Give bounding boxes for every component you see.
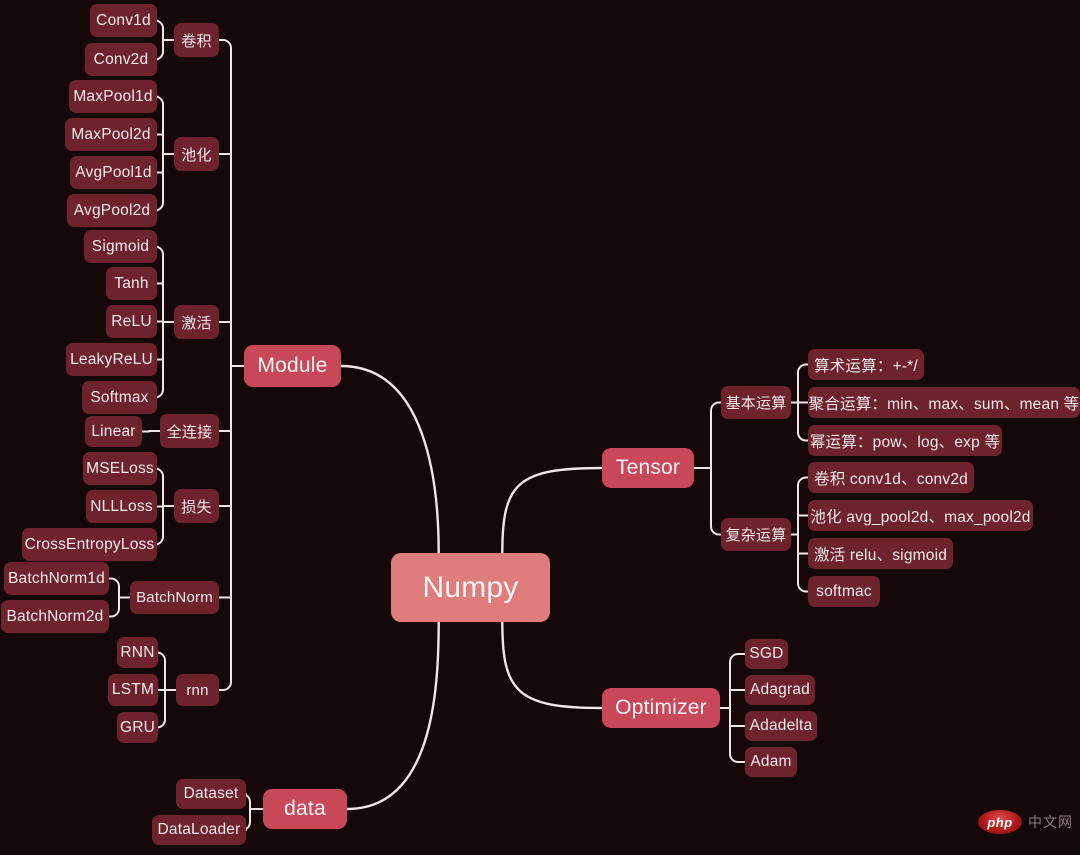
node-optimizer-1[interactable]: Adagrad [745, 675, 815, 705]
leaf-module-6-1[interactable]: LSTM [108, 674, 158, 706]
branch-node-module[interactable]: Module [244, 345, 341, 387]
node-module-5[interactable]: BatchNorm [130, 581, 219, 614]
leaf-module-2-4[interactable]: Softmax [82, 381, 157, 414]
leaf-module-5-1[interactable]: BatchNorm2d [1, 600, 109, 633]
leaf-tensor-1-1[interactable]: 池化 avg_pool2d、max_pool2d [808, 500, 1033, 531]
leaf-module-4-0[interactable]: MSELoss [83, 452, 157, 485]
edge-tensor-stub [710, 401, 722, 412]
edge-leaf-module-5-stub [108, 607, 120, 618]
leaf-module-1-3[interactable]: AvgPool2d [67, 194, 157, 227]
watermark-text: 中文网 [1028, 814, 1073, 830]
leaf-module-1-1[interactable]: MaxPool2d [65, 118, 157, 151]
leaf-tensor-0-2[interactable]: 幂运算：pow、log、exp 等 [808, 425, 1002, 456]
edge-optimizer-stub [729, 753, 746, 763]
edge-root-data [345, 620, 440, 811]
edge-leaf-module-5-stub [108, 577, 120, 588]
leaf-module-5-0[interactable]: BatchNorm1d [4, 562, 109, 595]
leaf-module-6-0[interactable]: RNN [117, 637, 158, 668]
edge-leaf-module-6-stub [156, 718, 166, 729]
edge-leaf-tensor-1-stub [797, 476, 809, 487]
node-tensor-1[interactable]: 复杂运算 [721, 518, 791, 551]
edge-root-module [339, 364, 440, 555]
leaf-module-6-2[interactable]: GRU [117, 712, 158, 743]
edge-root-tensor [501, 466, 604, 555]
node-optimizer-3[interactable]: Adam [745, 747, 797, 777]
node-tensor-0[interactable]: 基本运算 [721, 386, 791, 419]
leaf-tensor-1-2[interactable]: 激活 relu、sigmoid [808, 538, 953, 569]
edge-module-stub [218, 681, 232, 691]
mindmap-canvas: Module 卷积 Conv1d Conv2d 池化 MaxPool1d MaxPool2d… [0, 0, 1080, 855]
edge-tensor-stub [710, 525, 722, 536]
edge-optimizer-stub [729, 653, 746, 663]
leaf-module-4-2[interactable]: CrossEntropyLoss [22, 528, 157, 561]
leaf-module-2-1[interactable]: Tanh [106, 267, 157, 300]
edge-leaf-tensor-1-stub [797, 582, 809, 593]
leaf-tensor-1-3[interactable]: softmac [808, 576, 880, 607]
leaf-module-1-2[interactable]: AvgPool1d [70, 156, 157, 189]
php-logo-icon: php [978, 810, 1022, 834]
root-node-numpy[interactable]: Numpy [391, 553, 550, 622]
leaf-module-2-3[interactable]: LeakyReLU [66, 343, 157, 376]
branch-node-tensor[interactable]: Tensor [602, 448, 694, 488]
branch-node-optimizer[interactable]: Optimizer [602, 688, 720, 728]
edge-leaf-tensor-0-stub [797, 363, 809, 374]
leaf-module-0-1[interactable]: Conv2d [85, 43, 157, 76]
node-module-6[interactable]: rnn [176, 674, 219, 706]
watermark: php 中文网 [978, 810, 1073, 834]
node-module-0[interactable]: 卷积 [174, 23, 219, 57]
branch-node-data[interactable]: data [263, 789, 347, 829]
leaf-module-2-0[interactable]: Sigmoid [84, 230, 157, 263]
node-module-3[interactable]: 全连接 [160, 414, 219, 448]
node-data-0[interactable]: Dataset [176, 779, 246, 809]
edge-leaf-tensor-0-stub [797, 431, 809, 442]
edge-leaf-module-6-stub [156, 651, 166, 662]
leaf-tensor-0-1[interactable]: 聚合运算：min、max、sum、mean 等 [808, 387, 1080, 418]
node-optimizer-0[interactable]: SGD [745, 639, 788, 669]
node-data-1[interactable]: DataLoader [152, 815, 246, 845]
node-optimizer-2[interactable]: Adadelta [745, 711, 817, 741]
leaf-module-1-0[interactable]: MaxPool1d [69, 80, 157, 113]
node-module-1[interactable]: 池化 [174, 137, 219, 171]
node-module-4[interactable]: 损失 [174, 489, 219, 523]
leaf-tensor-1-0[interactable]: 卷积 conv1d、conv2d [808, 462, 974, 493]
leaf-module-0-0[interactable]: Conv1d [90, 4, 157, 37]
leaf-tensor-0-0[interactable]: 算术运算：+-*/ [808, 349, 924, 380]
leaf-module-2-2[interactable]: ReLU [106, 305, 157, 338]
edge-root-optimizer [501, 620, 604, 710]
edge-module-stub [218, 39, 232, 49]
node-module-2[interactable]: 激活 [174, 305, 219, 339]
leaf-module-3-0[interactable]: Linear [85, 416, 142, 447]
leaf-module-4-1[interactable]: NLLLoss [86, 490, 157, 523]
